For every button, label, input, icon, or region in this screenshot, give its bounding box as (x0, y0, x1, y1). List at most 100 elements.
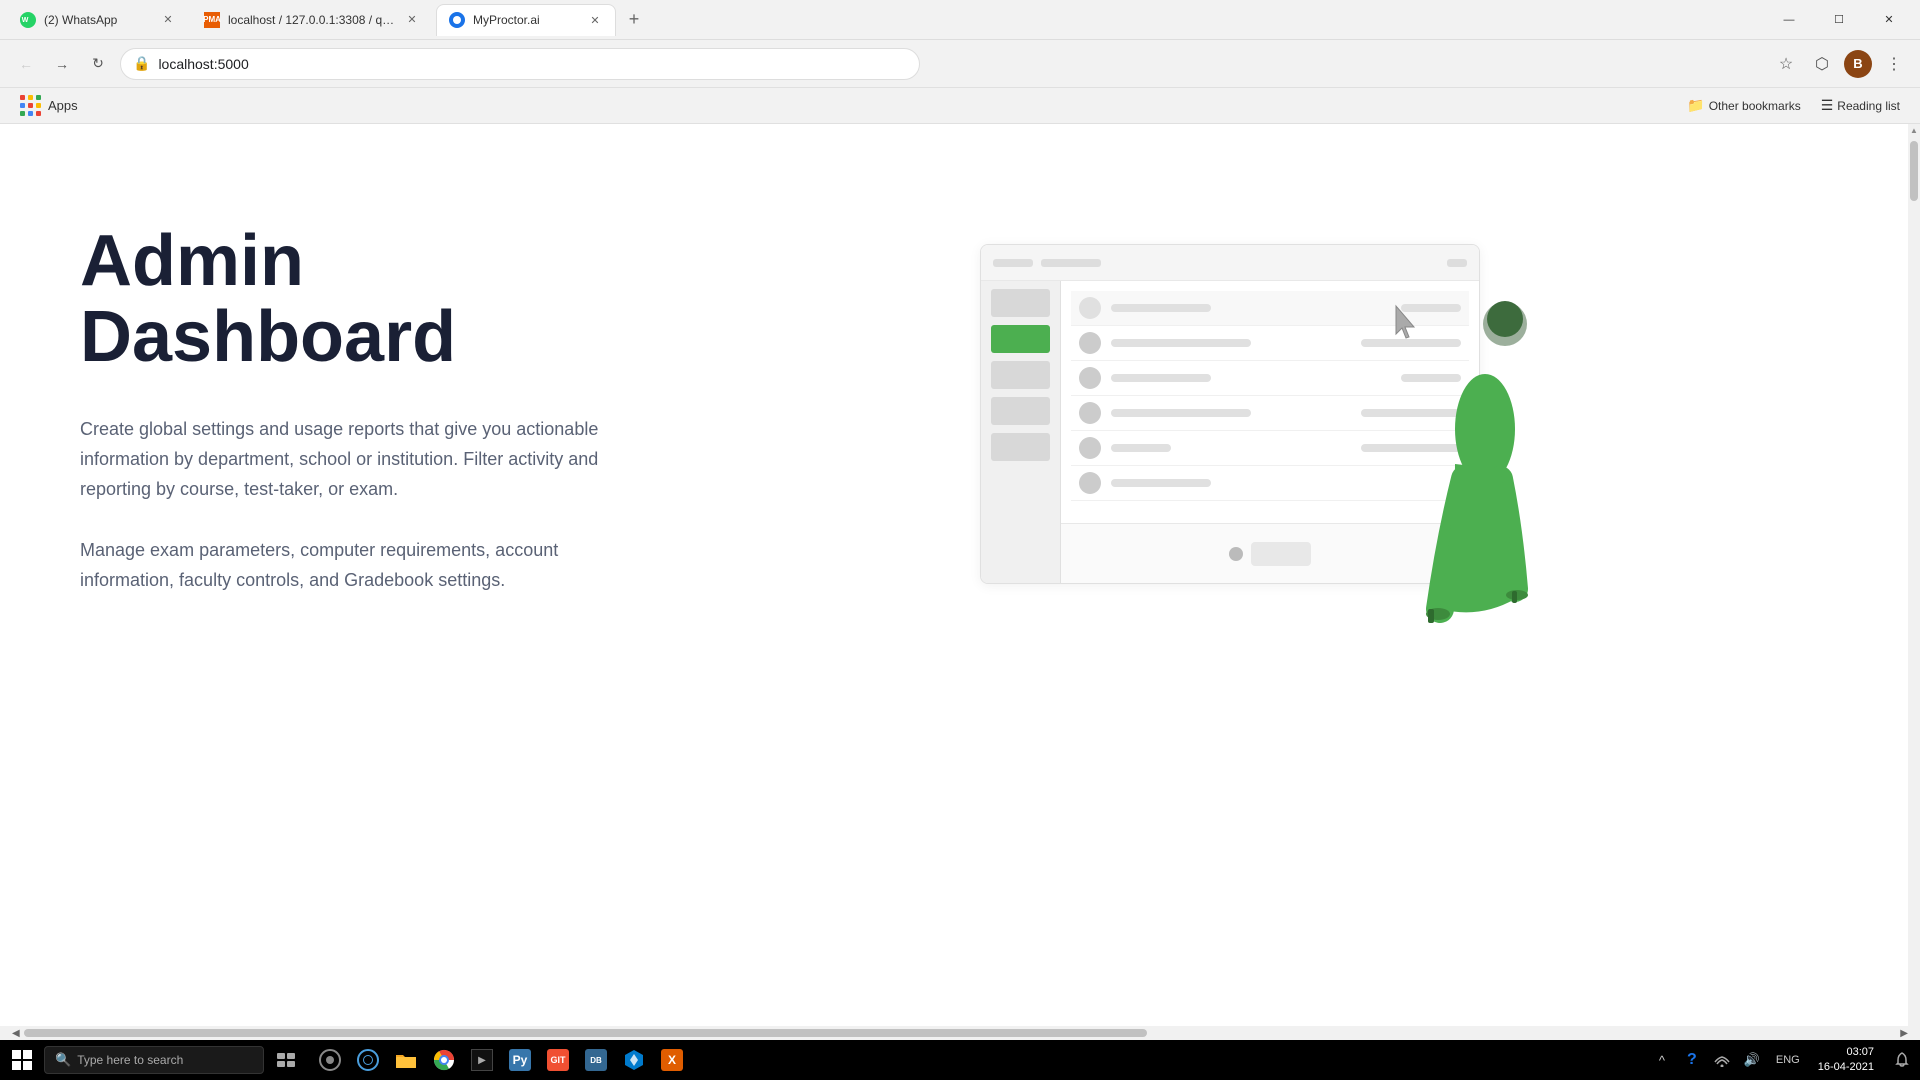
tab-pma[interactable]: PMA localhost / 127.0.0.1:3308 / quiz...… (192, 4, 432, 36)
menu-icon[interactable]: ⋮ (1880, 50, 1908, 78)
tab-myproctor-close[interactable]: ✕ (587, 12, 603, 28)
extension-icon[interactable]: ⬡ (1808, 50, 1836, 78)
python-button[interactable]: Py (502, 1042, 538, 1078)
tray-network-icon[interactable] (1708, 1046, 1736, 1074)
other-bookmarks-icon: 📁 (1687, 97, 1704, 114)
pagination-control (1251, 542, 1311, 566)
forward-button[interactable]: → (48, 50, 76, 78)
tab-myproctor[interactable]: MyProctor.ai ✕ (436, 4, 616, 36)
reload-button[interactable]: ↻ (84, 50, 112, 78)
new-tab-button[interactable]: + (620, 6, 648, 34)
pma-tab-icon: PMA (204, 12, 220, 28)
apps-button[interactable]: Apps (12, 91, 86, 121)
profile-avatar[interactable]: B (1844, 50, 1872, 78)
git-icon: GIT (547, 1049, 569, 1071)
myproctor-tab-icon (449, 12, 465, 28)
chrome-button[interactable] (426, 1042, 462, 1078)
window-controls: — ☐ ✕ (1766, 4, 1912, 36)
svg-text:W: W (22, 17, 29, 24)
row5-avatar (1079, 472, 1101, 494)
toolbar-right: ☆ ⬡ B ⋮ (1772, 50, 1908, 78)
address-bar-row: ← → ↻ 🔒 localhost:5000 ☆ ⬡ B ⋮ (0, 40, 1920, 88)
taskbar-search[interactable]: 🔍 Type here to search (44, 1046, 264, 1074)
person-figure (1370, 269, 1550, 654)
globe-button[interactable] (350, 1042, 386, 1078)
reading-list-label: Reading list (1837, 99, 1900, 113)
tab-whatsapp-label: (2) WhatsApp (44, 13, 152, 27)
clock-date: 16-04-2021 (1818, 1060, 1874, 1075)
header-col1 (1111, 304, 1211, 312)
scroll-thumb[interactable] (1910, 141, 1918, 201)
tray-expand-button[interactable]: ^ (1648, 1046, 1676, 1074)
xampp-button[interactable]: X (654, 1042, 690, 1078)
sidebar-row-1 (991, 289, 1050, 317)
vertical-scrollbar[interactable]: ▲ ▼ (1908, 124, 1920, 1040)
git-button[interactable]: GIT (540, 1042, 576, 1078)
whatsapp-tab-icon: W (20, 12, 36, 28)
system-tray: ^ ? 🔊 ENG 03:07 16-04-2021 (1648, 1045, 1916, 1076)
tray-help-icon[interactable]: ? (1678, 1046, 1706, 1074)
cortana-icon (319, 1049, 341, 1071)
database-button[interactable]: DB (578, 1042, 614, 1078)
pagination-dot (1229, 547, 1243, 561)
row2-col1 (1111, 374, 1211, 382)
taskbar-apps: ▶ Py GIT DB (312, 1042, 690, 1078)
language-indicator[interactable]: ENG (1772, 1054, 1804, 1066)
chrome-icon (433, 1049, 455, 1071)
row5-col1 (1111, 479, 1211, 487)
reading-list-button[interactable]: ☰ Reading list (1813, 93, 1908, 118)
taskbar: 🔍 Type here to search (0, 1040, 1920, 1080)
close-button[interactable]: ✕ (1866, 4, 1912, 36)
horizontal-scrollbar-track[interactable] (24, 1029, 1897, 1037)
file-explorer-button[interactable] (388, 1042, 424, 1078)
taskbar-search-icon: 🔍 (55, 1052, 71, 1068)
row2-avatar (1079, 367, 1101, 389)
header-avatar (1079, 297, 1101, 319)
notification-button[interactable] (1888, 1046, 1916, 1074)
page-title-line2: Dashboard (80, 297, 456, 377)
browser-content-area: Admin Dashboard Create global settings a… (0, 124, 1920, 1040)
address-bar[interactable]: 🔒 localhost:5000 (120, 48, 920, 80)
scroll-up-arrow[interactable]: ▲ (1908, 124, 1920, 137)
start-button[interactable] (4, 1042, 40, 1078)
bookmarks-bar: Apps 📁 Other bookmarks ☰ Reading list (0, 88, 1920, 124)
back-button[interactable]: ← (12, 50, 40, 78)
terminal-button[interactable]: ▶ (464, 1042, 500, 1078)
page-description-2: Manage exam parameters, computer require… (80, 536, 600, 595)
windows-logo (12, 1050, 32, 1070)
row3-avatar (1079, 402, 1101, 424)
tab-whatsapp[interactable]: W (2) WhatsApp ✕ (8, 4, 188, 36)
tab-whatsapp-close[interactable]: ✕ (160, 12, 176, 28)
horizontal-scrollbar-thumb[interactable] (24, 1029, 1148, 1037)
sidebar-row-5 (991, 433, 1050, 461)
other-bookmarks-button[interactable]: 📁 Other bookmarks (1679, 93, 1808, 118)
tab-myproctor-label: MyProctor.ai (473, 13, 579, 27)
minimize-button[interactable]: — (1766, 4, 1812, 36)
task-view-button[interactable] (268, 1042, 304, 1078)
sidebar-row-3 (991, 361, 1050, 389)
page-description-1: Create global settings and usage reports… (80, 415, 600, 504)
tray-volume-icon[interactable]: 🔊 (1738, 1046, 1766, 1074)
scroll-right-arrow[interactable]: ▶ (1900, 1028, 1908, 1039)
row1-col1 (1111, 339, 1251, 347)
sidebar-row-2-active (991, 325, 1050, 353)
bookmark-star-icon[interactable]: ☆ (1772, 50, 1800, 78)
terminal-icon: ▶ (471, 1049, 493, 1071)
card-sidebar (981, 281, 1061, 583)
cortana-button[interactable] (312, 1042, 348, 1078)
scroll-left-arrow[interactable]: ◀ (12, 1028, 20, 1039)
taskbar-search-placeholder: Type here to search (77, 1053, 183, 1067)
browser-titlebar: W (2) WhatsApp ✕ PMA localhost / 127.0.0… (0, 0, 1920, 40)
taskbar-clock[interactable]: 03:07 16-04-2021 (1810, 1045, 1882, 1076)
vscode-button[interactable] (616, 1042, 652, 1078)
tab-pma-close[interactable]: ✕ (404, 12, 420, 28)
database-icon: DB (585, 1049, 607, 1071)
apps-grid-icon (20, 95, 42, 117)
clock-time: 03:07 (1846, 1045, 1874, 1060)
reading-list-icon: ☰ (1821, 97, 1834, 114)
right-content (640, 204, 1840, 614)
page-title: Admin Dashboard (80, 224, 600, 375)
folder-icon (395, 1051, 417, 1069)
maximize-button[interactable]: ☐ (1816, 4, 1862, 36)
row4-avatar (1079, 437, 1101, 459)
